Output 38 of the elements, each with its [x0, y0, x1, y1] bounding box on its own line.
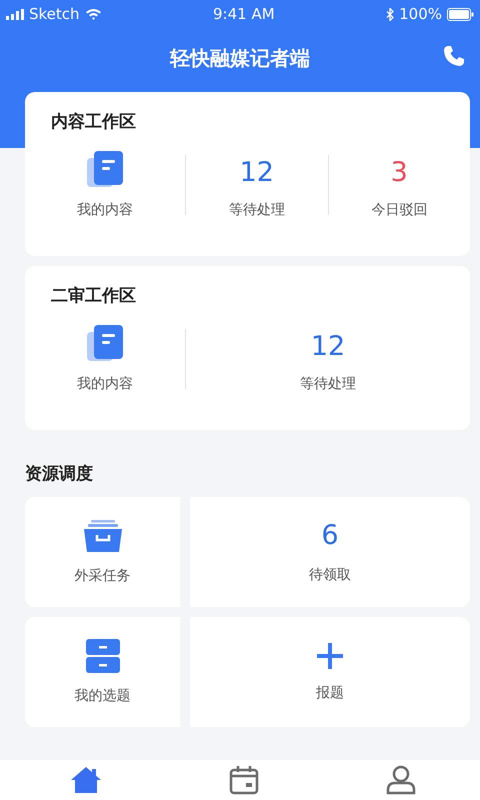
- bluetooth-icon: [386, 8, 394, 20]
- count-number: 3: [390, 157, 408, 189]
- calendar-icon: [228, 765, 259, 795]
- carrier-name: Sketch: [29, 5, 80, 23]
- plus-icon[interactable]: [316, 642, 344, 670]
- resource-tile[interactable]: 我的选题: [25, 617, 180, 727]
- battery-icon: [447, 8, 474, 20]
- wifi-icon: [84, 8, 102, 20]
- app-title: 轻快融媒记者端: [170, 44, 310, 72]
- item-label[interactable]: 今日驳回: [371, 201, 428, 219]
- battery-percent: 100%: [399, 5, 442, 23]
- home-icon: [70, 766, 102, 794]
- resource-tile[interactable]: 报题: [190, 617, 470, 727]
- person-icon: [386, 765, 416, 795]
- count-number: 12: [310, 331, 346, 363]
- section-title: 资源调度: [25, 463, 93, 485]
- signal-icon: [6, 8, 24, 20]
- tab-button[interactable]: [384, 763, 418, 797]
- item-label[interactable]: 等待处理: [228, 201, 285, 219]
- item-label[interactable]: 等待处理: [300, 375, 356, 393]
- tile-label: 我的选题: [74, 687, 130, 705]
- card-title: 二审工作区: [51, 285, 136, 307]
- resource-tile[interactable]: 6 待领取: [190, 497, 470, 607]
- count-number: 12: [240, 157, 274, 189]
- document-icon: [85, 323, 125, 363]
- clock-time: 9:41 AM: [213, 5, 275, 23]
- tile-label: 报题: [316, 684, 344, 702]
- card-title: 内容工作区: [51, 111, 136, 133]
- count-number: 6: [321, 520, 339, 552]
- item-label[interactable]: 我的内容: [77, 375, 133, 393]
- cabinet-icon: [86, 639, 120, 673]
- document-icon: [85, 149, 125, 189]
- tile-label: 待领取: [309, 566, 351, 584]
- tile-label: 外采任务: [74, 567, 130, 585]
- phone-icon[interactable]: [442, 44, 466, 68]
- resource-tile[interactable]: 外采任务: [25, 497, 180, 607]
- item-label[interactable]: 我的内容: [77, 201, 133, 219]
- tray-icon: [82, 519, 122, 553]
